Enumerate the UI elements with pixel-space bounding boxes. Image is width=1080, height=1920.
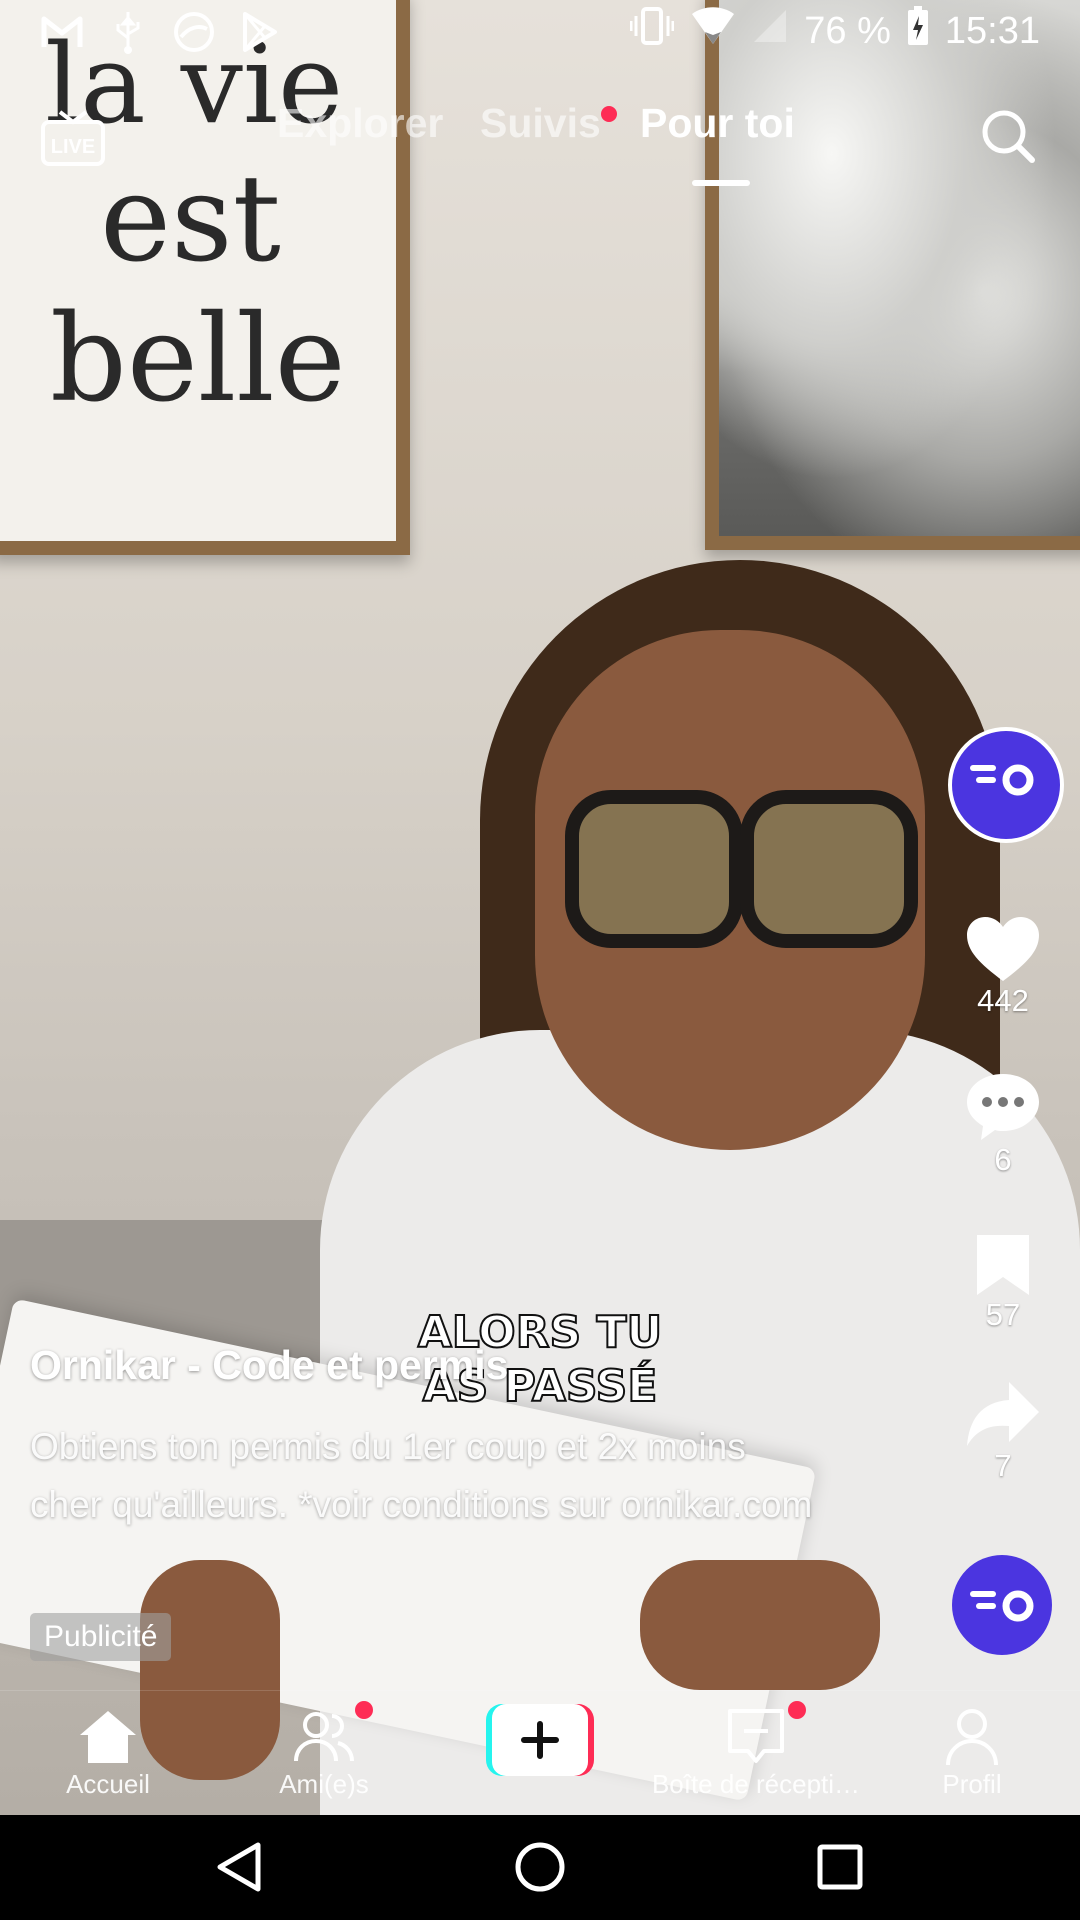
bookmark-icon (977, 1235, 1029, 1295)
search-button[interactable] (978, 106, 1038, 166)
home-icon (80, 1711, 136, 1763)
sound-disc[interactable] (952, 1555, 1052, 1655)
status-bar: 76 % 15:31 (0, 0, 1080, 62)
ad-badge: Publicité (30, 1613, 172, 1661)
ornikar-logo-icon (970, 1590, 1034, 1622)
back-icon (217, 1842, 261, 1892)
nav-label: Profil (942, 1769, 1002, 1799)
video-player[interactable]: la vie est belle (0, 0, 1080, 1815)
nav-profile[interactable]: Profil (864, 1707, 1080, 1800)
active-tab-indicator (692, 180, 750, 186)
poster-text-line: belle (50, 290, 346, 429)
nav-label: Ami(e)s (279, 1769, 369, 1799)
create-button[interactable] (486, 1704, 594, 1776)
comment-icon (967, 1074, 1039, 1140)
nav-inbox[interactable]: Boîte de récepti… (648, 1707, 864, 1800)
home-system-button[interactable] (510, 1837, 570, 1897)
notification-dot (355, 1701, 373, 1719)
back-button[interactable] (210, 1837, 270, 1897)
bookmark-count: 57 (985, 1297, 1021, 1332)
search-icon (982, 110, 1035, 163)
inbox-icon (728, 1709, 784, 1763)
tab-pour-toi[interactable]: Pour toi (640, 100, 795, 147)
share-button[interactable]: 7 (953, 1380, 1053, 1484)
notification-dot (788, 1701, 806, 1719)
heart-icon (967, 917, 1039, 981)
recents-button[interactable] (810, 1837, 870, 1897)
vpn-icon (172, 10, 216, 54)
play-store-icon (238, 10, 282, 54)
system-nav-bar (0, 1815, 1080, 1920)
poster-frame: la vie est belle (0, 0, 410, 555)
battery-charging-icon (907, 6, 929, 56)
ornikar-logo-icon (970, 764, 1034, 796)
circle-home-icon (515, 1842, 565, 1892)
notification-dot (601, 106, 617, 122)
author-name[interactable]: Ornikar - Code et permis (30, 1342, 508, 1389)
tab-explorer[interactable]: Explorer (277, 100, 443, 147)
nav-friends[interactable]: Ami(e)s (216, 1707, 432, 1800)
nav-label: Boîte de récepti… (651, 1769, 861, 1799)
nav-label: Accueil (66, 1769, 150, 1799)
signal-icon (752, 8, 788, 54)
bookmark-button[interactable]: 57 (953, 1233, 1053, 1333)
share-icon (967, 1382, 1039, 1446)
like-count: 442 (977, 983, 1029, 1018)
clock: 15:31 (944, 9, 1040, 52)
nav-home[interactable]: Accueil (0, 1707, 216, 1800)
share-count: 7 (994, 1448, 1012, 1483)
like-button[interactable]: 442 (953, 915, 1053, 1019)
profile-icon (946, 1709, 998, 1766)
plus-icon (521, 1721, 559, 1759)
creator-avatar[interactable] (948, 727, 1064, 843)
comment-count: 6 (994, 1142, 1012, 1177)
feed-tabs: Explorer Suivis Pour toi (0, 100, 1080, 190)
usb-icon (106, 10, 150, 54)
tab-suivis[interactable]: Suivis (480, 100, 601, 147)
comment-button[interactable]: 6 (953, 1072, 1053, 1178)
square-recents-icon (817, 1844, 863, 1890)
vibrate-icon (629, 6, 675, 56)
wifi-icon (690, 6, 736, 56)
video-description[interactable]: Obtiens ton permis du 1er coup et 2x moi… (30, 1418, 820, 1534)
battery-text: 76 % (804, 9, 891, 52)
gmail-icon (40, 10, 84, 54)
friends-icon (294, 1712, 354, 1762)
photo-frame (705, 0, 1080, 550)
